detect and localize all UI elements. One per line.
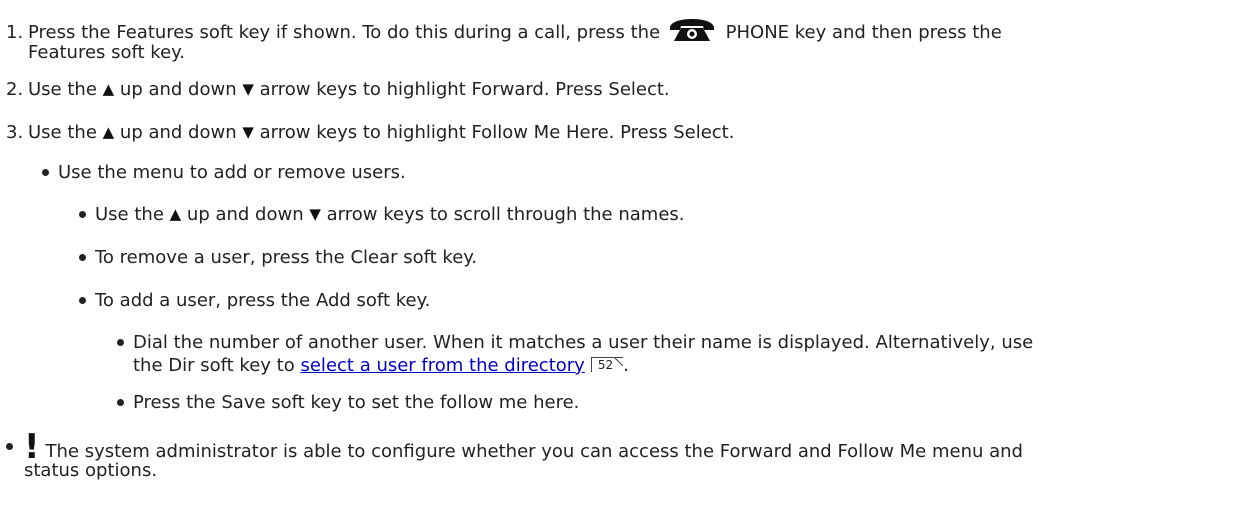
page-reference-number: 52 [597,358,614,372]
step-2-middle: up and down [119,79,237,100]
note-line1: ! The system administrator is able to con… [24,427,1023,467]
down-arrow-icon: ▼ [242,123,254,141]
scroll-bullet: Use the ▲ up and down ▼ arrow keys to sc… [95,204,685,226]
save-bullet-text: Press the Save soft key to set the follo… [133,392,580,413]
page-reference-icon[interactable]: 52 [590,357,624,372]
dial-bullet-line2: the Dir soft key to select a user from t… [133,355,629,377]
down-arrow-icon: ▼ [309,205,321,223]
up-arrow-icon: ▲ [102,123,115,141]
step-1-text: Press the Features soft key if shown. To… [28,22,661,43]
step-2: 2. Use the ▲ up and down ▼ arrow keys to … [6,79,670,101]
menu-bullet-text: Use the menu to add or remove users. [58,162,406,183]
step-number: 2. [6,79,24,100]
phone-handset-icon [668,18,716,48]
step-3-middle: up and down [119,122,237,143]
step-1-key-label: PHONE key and then press the [725,22,1002,43]
dial-line2-before: the Dir soft key to [133,355,295,376]
scroll-middle: up and down [186,204,304,225]
page-corner-icon [614,357,624,366]
step-2-after: arrow keys to highlight Forward. Press S… [259,79,670,100]
bullet-dot [79,211,86,218]
step-3-after: arrow keys to highlight Follow Me Here. … [259,122,735,143]
add-bullet-text: To add a user, press the Add soft key. [95,290,431,311]
bullet-dot [6,443,13,450]
down-arrow-icon: ▼ [242,80,254,98]
step-2-before: Use the [28,79,97,100]
bullet-dot [42,169,49,176]
step-number: 3. [6,122,24,143]
step-3-before: Use the [28,122,97,143]
dial-line2-after: . [623,355,629,376]
step-3: 3. Use the ▲ up and down ▼ arrow keys to … [6,122,734,144]
scroll-after: arrow keys to scroll through the names. [326,204,685,225]
bullet-dot [117,339,124,346]
scroll-before: Use the [95,204,164,225]
directory-link[interactable]: select a user from the directory [300,355,584,376]
dial-bullet-line1: Dial the number of another user. When it… [133,332,1034,353]
note-text-line2: status options. [24,460,158,481]
bullet-dot [79,254,86,261]
up-arrow-icon: ▲ [102,80,115,98]
note-text-line1: The system administrator is able to conf… [45,441,1023,462]
step-number: 1. [6,22,24,43]
bullet-dot [117,399,124,406]
up-arrow-icon: ▲ [169,205,182,223]
step-1-continuation: Features soft key. [28,42,185,63]
remove-bullet-text: To remove a user, press the Clear soft k… [95,247,478,268]
exclamation-icon: ! [24,427,40,467]
bullet-dot [79,297,86,304]
